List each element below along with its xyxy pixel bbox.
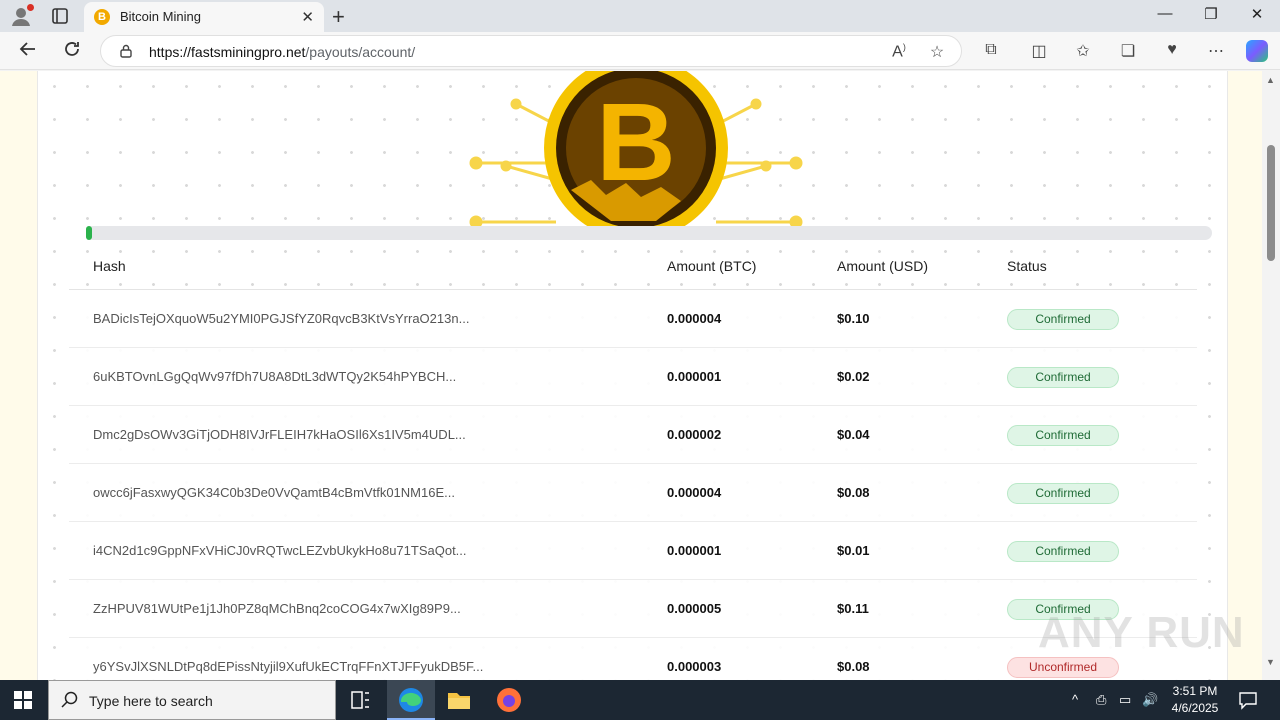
amount-btc-cell: 0.000004: [667, 485, 722, 500]
header-amount-usd: Amount (USD): [837, 258, 929, 274]
table-row: i4CN2d1c9GppNFxVHiCJ0vRQTwcLEZvbUkykHo8u…: [69, 522, 1197, 580]
status-badge: Confirmed: [1007, 367, 1119, 388]
mining-progress-bar: [86, 226, 1212, 240]
amount-btc-cell: 0.000001: [667, 369, 722, 384]
search-icon: [61, 691, 79, 709]
show-hidden-icons-icon[interactable]: ^: [1072, 692, 1078, 707]
table-header: Hash Amount (BTC) Amount (USD) Status: [69, 246, 1197, 290]
firefox-icon[interactable]: [485, 680, 533, 720]
table-row: ZzHPUV81WUtPe1j1Jh0PZ8qMChBnq2coCOG4x7wX…: [69, 580, 1197, 638]
copilot-icon[interactable]: [1246, 40, 1268, 62]
vertical-scrollbar[interactable]: ▲ ▼: [1262, 71, 1280, 680]
amount-btc-cell: 0.000001: [667, 543, 722, 558]
amount-usd-cell: $0.10: [837, 311, 870, 326]
collections-icon[interactable]: ❏: [1117, 41, 1139, 63]
address-bar[interactable]: https://fastsminingpro.net/payouts/accou…: [100, 35, 962, 67]
scroll-thumb[interactable]: [1267, 145, 1275, 261]
payouts-table: Hash Amount (BTC) Amount (USD) Status BA…: [69, 246, 1197, 680]
payouts-card: B Hash Amount (BTC) Amount (USD) Status …: [37, 71, 1228, 680]
amount-usd-cell: $0.02: [837, 369, 870, 384]
taskbar: Type here to search ^ ⎙ ▭ 🔊 3:51 PM 4/6/…: [0, 680, 1280, 720]
active-tab[interactable]: B Bitcoin Mining ✕: [84, 2, 324, 32]
amount-btc-cell: 0.000004: [667, 311, 722, 326]
amount-btc-cell: 0.000003: [667, 659, 722, 674]
volume-icon[interactable]: 🔊: [1142, 692, 1158, 708]
anyrun-watermark: ANY RUN: [1038, 608, 1245, 657]
progress-fill: [86, 226, 92, 240]
refresh-icon[interactable]: [60, 39, 84, 63]
notification-icon[interactable]: [1238, 690, 1258, 710]
extensions-icon[interactable]: ⧉: [980, 41, 1002, 63]
table-row: BADicIsTejOXquoW5u2YMI0PGJSfYZ0RqvcB3KtV…: [69, 290, 1197, 348]
search-placeholder: Type here to search: [89, 693, 213, 709]
svg-text:B: B: [596, 81, 675, 204]
tabs-icon[interactable]: [50, 6, 70, 26]
device-icon[interactable]: ⎙: [1096, 692, 1106, 708]
back-icon[interactable]: [16, 39, 40, 63]
tab-close-button[interactable]: ✕: [301, 8, 314, 26]
edge-icon[interactable]: [387, 680, 435, 720]
table-row: Dmc2gDsOWv3GiTjODH8IVJrFLEIH7kHaOSIl6Xs1…: [69, 406, 1197, 464]
table-row: y6YSvJlXSNLDtPq8dEPissNtyjil9XufUkECTrqF…: [69, 638, 1197, 680]
hash-cell: i4CN2d1c9GppNFxVHiCJ0vRQTwcLEZvbUkykHo8u…: [93, 543, 467, 558]
amount-usd-cell: $0.11: [837, 601, 869, 616]
tab-title: Bitcoin Mining: [120, 9, 201, 24]
windows-start-icon[interactable]: [14, 691, 32, 709]
hash-cell: y6YSvJlXSNLDtPq8dEPissNtyjil9XufUkECTrqF…: [93, 659, 484, 674]
amount-usd-cell: $0.04: [837, 427, 870, 442]
url-text[interactable]: https://fastsminingpro.net/payouts/accou…: [149, 44, 415, 60]
hash-cell: Dmc2gDsOWv3GiTjODH8IVJrFLEIH7kHaOSIl6Xs1…: [93, 427, 466, 442]
more-icon[interactable]: ⋯: [1205, 41, 1227, 63]
favorite-star-icon[interactable]: ☆: [927, 42, 947, 62]
hash-cell: owcc6jFasxwyQGK34C0b3De0VvQamtB4cBmVtfk0…: [93, 485, 455, 500]
amount-btc-cell: 0.000005: [667, 601, 722, 616]
hash-cell: ZzHPUV81WUtPe1j1Jh0PZ8qMChBnq2coCOG4x7wX…: [93, 601, 461, 616]
status-badge: Confirmed: [1007, 309, 1119, 330]
status-badge: Confirmed: [1007, 425, 1119, 446]
bitcoin-favicon-icon: B: [94, 9, 110, 25]
amount-usd-cell: $0.01: [837, 543, 870, 558]
read-aloud-icon[interactable]: A): [889, 42, 909, 62]
table-row: owcc6jFasxwyQGK34C0b3De0VvQamtB4cBmVtfk0…: [69, 464, 1197, 522]
favorites-icon[interactable]: ✩: [1072, 41, 1094, 63]
amount-usd-cell: $0.08: [837, 485, 870, 500]
task-view-icon[interactable]: [336, 680, 384, 720]
clock-date: 4/6/2025: [1171, 701, 1219, 715]
close-window-button[interactable]: ✕: [1242, 5, 1272, 23]
status-badge: Confirmed: [1007, 541, 1119, 562]
header-status: Status: [1007, 258, 1047, 274]
clock-time: 3:51 PM: [1172, 684, 1218, 698]
amount-usd-cell: $0.08: [837, 659, 870, 674]
status-badge: Unconfirmed: [1007, 657, 1119, 678]
taskbar-search-box[interactable]: Type here to search: [48, 680, 336, 720]
header-hash: Hash: [93, 258, 126, 274]
header-amount-btc: Amount (BTC): [667, 258, 757, 274]
performance-icon[interactable]: ♥: [1161, 41, 1183, 63]
amount-btc-cell: 0.000002: [667, 427, 722, 442]
scroll-up-icon[interactable]: ▲: [1266, 75, 1275, 85]
new-tab-button[interactable]: +: [332, 4, 345, 30]
lock-icon[interactable]: [119, 44, 133, 58]
taskbar-clock[interactable]: 3:51 PM 4/6/2025: [1160, 683, 1230, 717]
split-screen-icon[interactable]: ◫: [1028, 41, 1050, 63]
hash-cell: 6uKBTOvnLGgQqWv97fDh7U8A8DtL3dWTQy2K54hP…: [93, 369, 457, 384]
minimize-button[interactable]: —: [1150, 5, 1180, 22]
scroll-down-icon[interactable]: ▼: [1266, 657, 1275, 667]
page-viewport: B Hash Amount (BTC) Amount (USD) Status …: [0, 71, 1262, 680]
table-row: 6uKBTOvnLGgQqWv97fDh7U8A8DtL3dWTQy2K54hP…: [69, 348, 1197, 406]
profile-icon[interactable]: [10, 4, 34, 27]
status-badge: Confirmed: [1007, 483, 1119, 504]
restore-button[interactable]: ❐: [1196, 5, 1226, 23]
browser-toolbar: https://fastsminingpro.net/payouts/accou…: [0, 32, 1280, 70]
network-icon[interactable]: ▭: [1119, 692, 1131, 708]
hash-cell: BADicIsTejOXquoW5u2YMI0PGJSfYZ0RqvcB3KtV…: [93, 311, 470, 326]
file-explorer-icon[interactable]: [435, 680, 483, 720]
tab-strip: B Bitcoin Mining ✕ + — ❐ ✕: [0, 0, 1280, 32]
